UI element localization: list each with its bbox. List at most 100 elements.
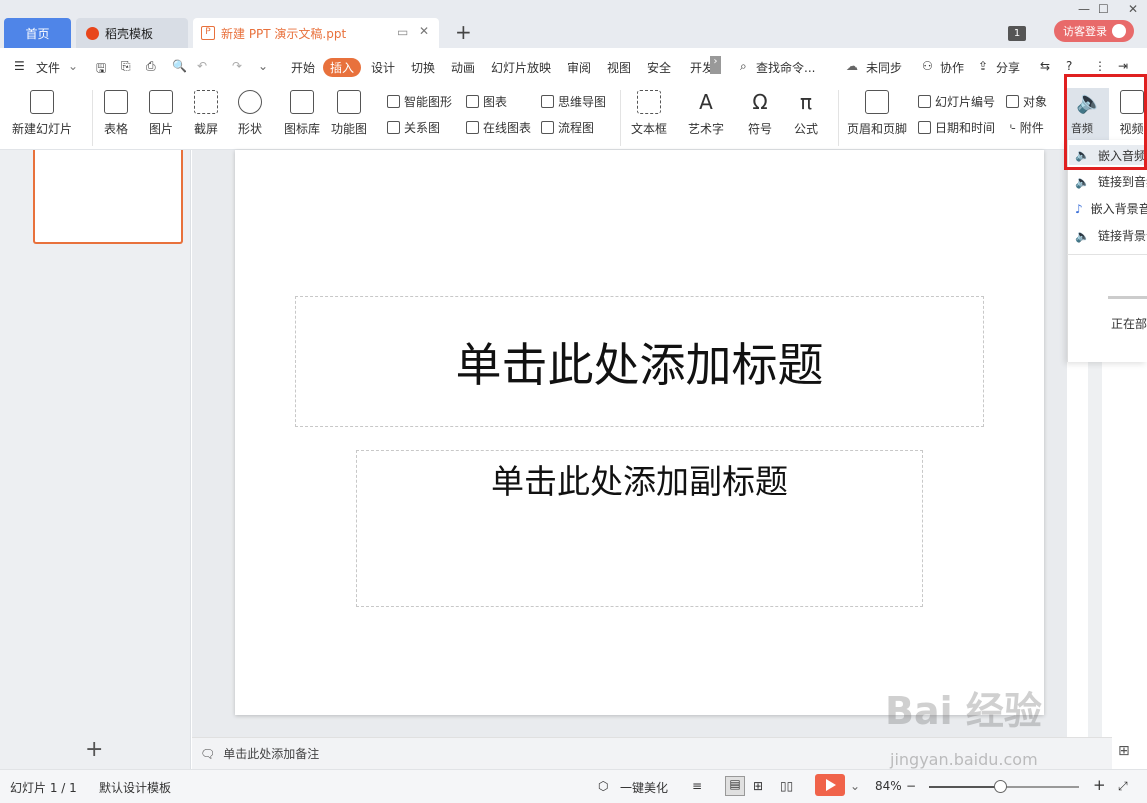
slide-thumbnail[interactable] [33,150,183,244]
export-pdf-icon[interactable]: ⎘ [121,59,131,74]
online-chart-button[interactable]: 在线图表 [466,119,531,136]
minimize-icon[interactable]: — [1078,2,1090,16]
link-bgm-label: 链接背景音乐 [1097,229,1147,243]
save-icon[interactable]: 🖫 [96,59,106,80]
menu-security[interactable]: 安全 [647,59,671,76]
datetime-button[interactable]: 日期和时间 [918,119,995,136]
art-text-label: 艺术字 [688,122,725,136]
share-button[interactable]: 分享 [996,59,1020,76]
object-button[interactable]: 对象 [1006,93,1047,110]
normal-view-icon[interactable]: ▤ [725,776,745,796]
calendar-icon [918,121,931,134]
command-search[interactable]: 查找命令... [756,59,815,76]
beautify-button[interactable]: 一键美化 [620,779,668,796]
pin-icon[interactable]: ⇥ [1118,59,1128,73]
symbol-button[interactable]: Ω 符号 [748,90,772,137]
close-window-icon[interactable]: ✕ [1128,2,1138,16]
chart-button[interactable]: 图表 [466,93,507,110]
menu-animation[interactable]: 动画 [451,59,475,76]
slide-number-button[interactable]: 幻灯片编号 [918,93,995,110]
relation-chart-label: 关系图 [404,121,441,135]
art-text-icon: A [699,90,713,114]
attachment-button[interactable]: ⌎ 附件 [1006,119,1044,136]
tab-home[interactable]: 首页 [4,18,71,48]
menu-scroll-right-icon[interactable]: › [710,56,721,74]
art-text-button[interactable]: A 艺术字 [688,90,724,137]
zoom-in-icon[interactable]: + [1093,776,1106,794]
hamburger-icon[interactable]: ☰ [14,59,25,73]
undo-icon[interactable]: ↶ [197,59,207,73]
zoom-out-icon[interactable]: − [906,779,916,793]
function-chart-button[interactable]: 功能图 [331,90,367,137]
help-icon[interactable]: ? [1066,59,1072,73]
cloud-icon: ☁ [846,59,858,73]
new-slide-button[interactable]: 新建幻灯片 [12,90,72,137]
slide-number-label: 幻灯片编号 [935,95,996,109]
tab-template[interactable]: 稻壳模板 [76,18,188,48]
collab-button[interactable]: 协作 [940,59,964,76]
fit-window-icon[interactable]: ⤢ [1118,779,1128,794]
menu-design[interactable]: 设计 [371,59,395,76]
ribbon-divider [838,90,839,146]
shape-label: 形状 [238,122,263,136]
file-menu[interactable]: 文件 [36,59,60,76]
menu-slideshow[interactable]: 幻灯片放映 [491,59,551,76]
translate-icon[interactable]: ⇆ [1040,59,1050,73]
attachment-label: 附件 [1019,121,1044,135]
restore-tab-icon[interactable]: ▭ [397,25,408,39]
notes-toggle-icon[interactable]: ≡ [692,779,702,793]
flowchart-button[interactable]: 流程图 [541,119,594,136]
theme-name[interactable]: 默认设计模板 [99,779,171,796]
new-slide-label: 新建幻灯片 [12,122,73,136]
relation-chart-button[interactable]: 关系图 [387,119,440,136]
sorter-view-icon[interactable]: ⊞ [753,779,763,793]
link-audio-item[interactable]: 🔈 链接到音频 [1075,173,1147,190]
play-options-icon[interactable]: ⌄ [850,779,860,793]
redo-icon[interactable]: ↷ [232,59,242,73]
print-icon[interactable]: ⎙ [146,59,156,74]
tab-document[interactable]: P 新建 PPT 演示文稿.ppt ▭ ✕ [193,18,439,48]
chevron-down-icon[interactable]: ⌄ [68,59,78,73]
menu-transition[interactable]: 切换 [411,59,435,76]
grid-view-icon[interactable]: ⊞ [1118,743,1130,759]
table-button[interactable]: 表格 [104,90,128,137]
loading-status: 正在部 [1111,317,1147,331]
mind-map-button[interactable]: 思维导图 [541,93,606,110]
embed-bgm-item[interactable]: ♪ 嵌入背景音乐 [1075,200,1147,217]
picture-button[interactable]: 图片 [149,90,173,137]
reading-view-icon[interactable]: ▯▯ [780,779,793,793]
menu-developer[interactable]: 开发 [690,59,710,76]
menu-view[interactable]: 视图 [607,59,631,76]
menu-start[interactable]: 开始 [291,59,315,76]
header-footer-button[interactable]: 页眉和页脚 [847,90,907,137]
notes-icon: 🗨 [200,746,216,761]
beautify-icon: ⬡ [598,779,609,793]
maximize-icon[interactable]: ☐ [1098,2,1109,16]
new-tab-button[interactable]: + [455,20,472,44]
print-preview-icon[interactable]: 🔍 [172,59,187,73]
sync-status[interactable]: 未同步 [866,59,902,76]
link-bgm-item[interactable]: 🔈 链接背景音乐 [1075,227,1147,244]
notes-placeholder: 单击此处添加备注 [223,747,320,761]
icon-library-button[interactable]: 图标库 [284,90,320,137]
play-slideshow-button[interactable] [815,774,845,796]
quick-access-more-icon[interactable]: ⌄ [258,59,268,73]
textbox-button[interactable]: 文本框 [631,90,667,137]
pi-icon: π [799,90,813,114]
subtitle-placeholder[interactable]: 单击此处添加副标题 [356,450,923,607]
zoom-slider-handle[interactable] [993,780,1007,793]
smart-shape-button[interactable]: 智能图形 [387,93,452,110]
login-button[interactable]: 访客登录 [1054,20,1134,42]
loading-bar [1108,296,1147,299]
more-icon[interactable]: ⋮ [1094,59,1106,73]
menu-insert[interactable]: 插入 [323,58,362,77]
title-placeholder[interactable]: 单击此处添加标题 [295,296,984,427]
zoom-level[interactable]: 84% [875,779,902,793]
screenshot-button[interactable]: 截屏 [194,90,218,137]
formula-button[interactable]: π 公式 [794,90,818,137]
close-tab-icon[interactable]: ✕ [419,24,429,38]
shape-button[interactable]: 形状 [238,90,262,137]
add-slide-icon[interactable]: + [85,737,103,762]
object-label: 对象 [1023,95,1048,109]
menu-review[interactable]: 审阅 [567,59,591,76]
